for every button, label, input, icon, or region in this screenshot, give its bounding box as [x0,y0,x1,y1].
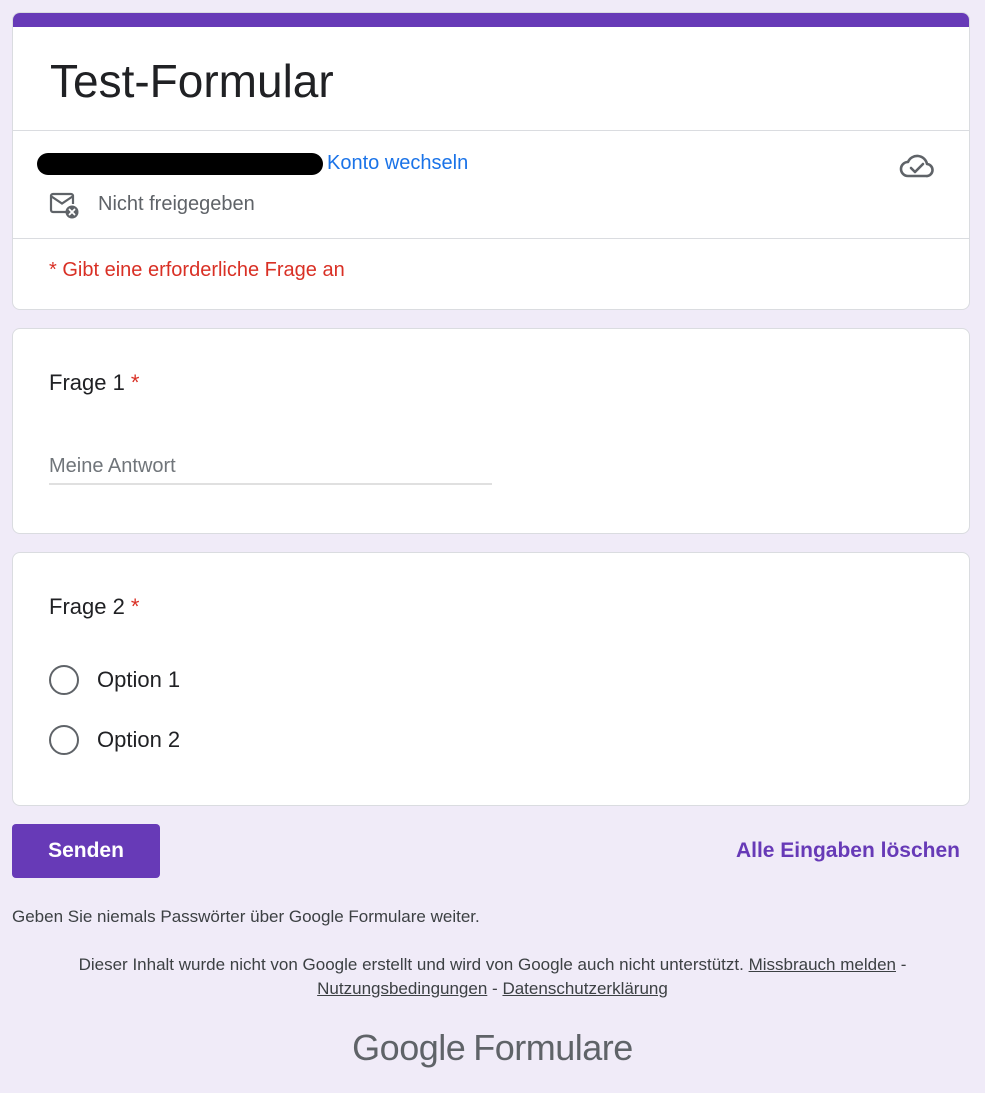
question-title: Frage 2 * [49,593,139,621]
disclaimer-text: Dieser Inhalt wurde nicht von Google ers… [78,955,744,974]
clear-form-button[interactable]: Alle Eingaben löschen [736,838,960,864]
form-title: Test-Formular [50,55,334,107]
divider [13,130,969,131]
radio-button[interactable] [49,725,79,755]
accent-top-bar [13,13,969,27]
mail-not-shared-icon [49,192,79,219]
question-title: Frage 1 * [49,369,139,397]
question-card-1: Frage 1 * [12,328,970,534]
answer-input[interactable] [49,449,492,485]
google-forms-logo[interactable]: Google Formulare [0,1026,985,1070]
account-email-redacted [37,153,323,175]
terms-link[interactable]: Nutzungsbedingungen [317,979,487,998]
question-card-2: Frage 2 * Option 1 Option 2 [12,552,970,806]
disclaimer: Dieser Inhalt wurde nicht von Google ers… [0,953,985,1001]
option-label: Option 1 [97,667,181,692]
brand-google: Google [352,1027,466,1068]
privacy-link[interactable]: Datenschutzerklärung [502,979,667,998]
divider [13,238,969,239]
radio-button[interactable] [49,665,79,695]
required-star: * [130,370,140,395]
cloud-saved-icon [899,154,934,178]
switch-account-link[interactable]: Konto wechseln [327,151,468,175]
question-title-text: Frage 2 [49,594,125,619]
question-title-text: Frage 1 [49,370,125,395]
report-abuse-link[interactable]: Missbrauch melden [749,955,896,974]
required-note: * Gibt eine erforderliche Frage an [49,259,345,281]
separator: - [492,979,498,998]
separator: - [900,955,907,974]
not-shared-label: Nicht freigegeben [98,193,255,215]
password-warning: Geben Sie niemals Passwörter über Google… [12,907,480,926]
required-star: * [130,594,140,619]
send-button[interactable]: Senden [12,824,160,878]
option-label: Option 2 [97,727,181,752]
form-header-card: Test-Formular Konto wechseln Nicht freig… [12,12,970,310]
brand-product: Formulare [473,1027,633,1068]
